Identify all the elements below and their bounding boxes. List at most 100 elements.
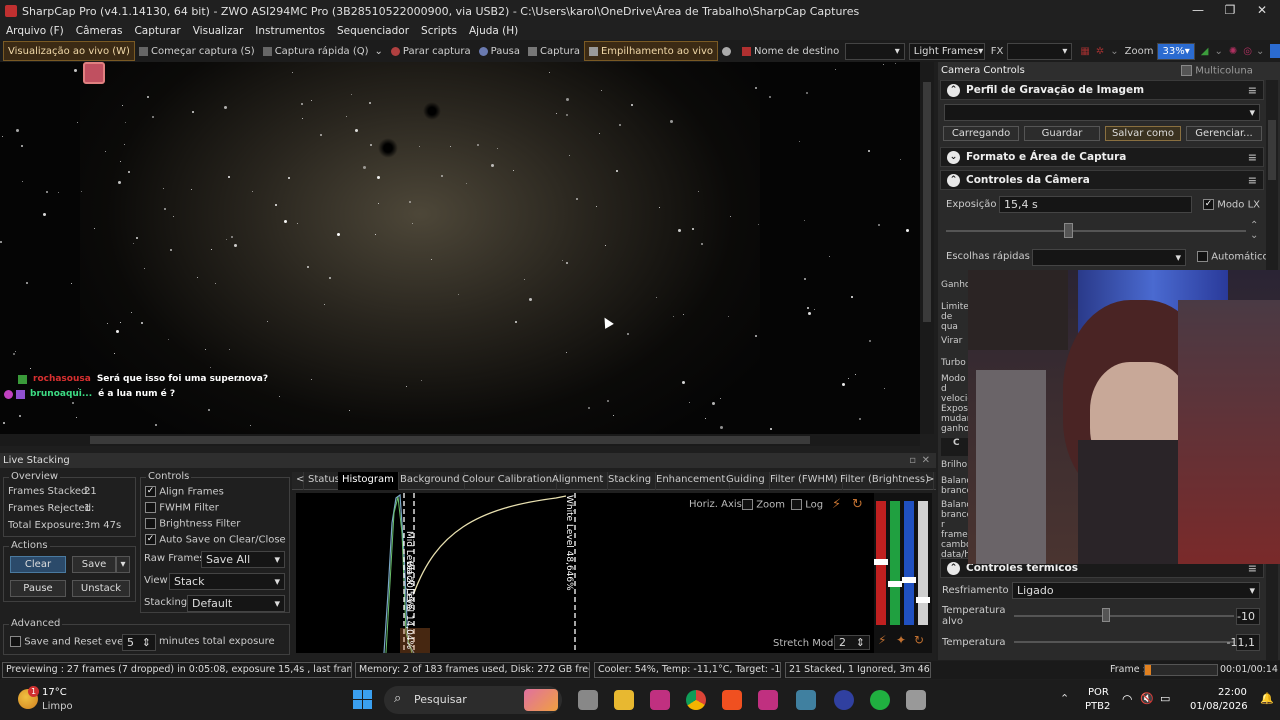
live-stack-button[interactable]: Empilhamento ao vivo <box>583 41 719 61</box>
exposure-input[interactable]: 15,4 s <box>999 196 1192 213</box>
chevron-down-icon[interactable]: ⌄ <box>947 150 960 164</box>
live-view-button[interactable]: Visualização ao vivo (W) <box>3 41 135 61</box>
load-profile-button[interactable]: Carregando <box>943 126 1019 141</box>
minutes-stepper[interactable]: 5 ⇕ <box>122 634 156 651</box>
tab-filter-brightness[interactable]: Filter (Brightness) <box>836 472 935 490</box>
green-slider[interactable] <box>890 501 900 625</box>
app-icon-5[interactable] <box>870 690 890 710</box>
stretch-mode-stepper[interactable]: 2 ⇕ <box>834 635 870 650</box>
tab-scroll-right-icon[interactable]: > <box>922 472 934 490</box>
auto-checkbox[interactable] <box>1197 251 1208 262</box>
zoom-checkbox[interactable] <box>742 499 753 510</box>
viewer-vertical-scrollbar[interactable] <box>920 62 934 434</box>
save-reset-option[interactable]: Save and Reset every <box>10 636 133 648</box>
exposure-slider-handle[interactable] <box>1064 223 1073 238</box>
grid-icon[interactable]: ▦ <box>1080 46 1089 57</box>
save-reset-checkbox[interactable] <box>10 636 21 647</box>
tab-guiding[interactable]: Guiding <box>722 472 770 490</box>
menu-tools[interactable]: Instrumentos <box>255 25 325 37</box>
menu-sequencer[interactable]: Sequenciador <box>337 25 409 37</box>
star-icon[interactable]: ✦ <box>896 633 906 647</box>
quick-capture-button[interactable]: Captura rápida (Q) ⌄ <box>259 41 387 61</box>
menu-icon[interactable]: ≡ <box>1248 174 1257 187</box>
auto-toggle[interactable]: Automático <box>1197 251 1269 263</box>
save-as-button[interactable]: Salvar como ... <box>1105 126 1181 152</box>
section-format[interactable]: ⌄ Formato e Área de Captura ≡ <box>940 147 1264 167</box>
zoom-dropdown[interactable]: 33% ▾ <box>1157 42 1195 60</box>
histogram-view[interactable]: Mid Level 20,59% Black Level 14,04% Whit… <box>296 493 932 653</box>
multicolumn-toggle[interactable]: Multicoluna <box>1181 65 1253 77</box>
battery-icon[interactable]: ▭ <box>1160 692 1170 705</box>
app-icon-2[interactable] <box>758 690 778 710</box>
menu-file[interactable]: Arquivo (F) <box>6 25 64 37</box>
start-capture-button[interactable]: Começar captura (S) <box>135 41 259 61</box>
unstack-button[interactable]: Unstack <box>72 580 130 597</box>
scrollbar-thumb[interactable] <box>1268 120 1276 180</box>
chevron-up-icon[interactable]: ⌃ <box>947 561 960 575</box>
lx-mode-checkbox[interactable]: ✓ <box>1203 199 1214 210</box>
chevron-down-icon[interactable]: ⌄ <box>375 46 383 57</box>
menu-scripts[interactable]: Scripts <box>421 25 457 37</box>
tab-filter-fwhm[interactable]: Filter (FWHM) <box>766 472 843 490</box>
manage-profiles-button[interactable]: Gerenciar... <box>1186 126 1262 141</box>
start-icon[interactable] <box>353 690 373 710</box>
log-checkbox[interactable] <box>791 499 802 510</box>
clear-button[interactable]: Clear <box>10 556 66 573</box>
red-slider-handle[interactable] <box>874 559 888 565</box>
raw-frames-dropdown[interactable]: Save All ▾ <box>201 551 285 568</box>
chevron-down-icon[interactable]: ⌄ <box>1214 46 1222 57</box>
blue-slider-handle[interactable] <box>902 577 916 583</box>
record-indicator[interactable] <box>718 41 738 61</box>
blue-slider[interactable] <box>904 501 914 625</box>
auto-save-option[interactable]: ✓ Auto Save on Clear/Close <box>145 534 286 546</box>
tab-enhancement[interactable]: Enhancement <box>652 472 731 490</box>
volume-muted-icon[interactable]: 🔇 <box>1140 692 1154 705</box>
save-options-button[interactable]: ▾ <box>116 556 130 573</box>
menu-capture[interactable]: Capturar <box>134 25 180 37</box>
brave-icon[interactable] <box>722 690 742 710</box>
fwhm-filter-option[interactable]: FWHM Filter <box>145 502 219 514</box>
menu-cameras[interactable]: Câmeras <box>76 25 123 37</box>
brightness-filter-option[interactable]: Brightness Filter <box>145 518 240 530</box>
auto-stretch-icon[interactable]: ⚡ <box>832 497 841 512</box>
clock-time[interactable]: 22:00 <box>1218 687 1247 698</box>
auto-save-checkbox[interactable]: ✓ <box>145 534 156 545</box>
image-viewer[interactable]: rochasousa Será que isso foi uma superno… <box>0 62 920 434</box>
scrollbar-thumb[interactable] <box>90 436 810 444</box>
settings-icon[interactable]: ✺ <box>1229 46 1237 57</box>
pin-icon[interactable] <box>1270 44 1280 58</box>
file-explorer-icon[interactable] <box>614 690 634 710</box>
section-clipped[interactable]: C <box>941 438 969 456</box>
target-reticle-icon[interactable]: ◎ <box>1243 46 1252 57</box>
fx-dropdown[interactable]: ▾ <box>1007 42 1073 60</box>
chevron-up-icon[interactable]: ⌃ <box>947 83 960 97</box>
multicolumn-checkbox[interactable] <box>1181 65 1192 76</box>
save-button[interactable]: Save <box>72 556 116 573</box>
app-icon-3[interactable] <box>796 690 816 710</box>
menu-icon[interactable]: ≡ <box>1248 151 1257 164</box>
close-icon[interactable]: ✕ <box>1244 0 1280 22</box>
tab-stacking[interactable]: Stacking <box>604 472 657 490</box>
language-label[interactable]: POR <box>1088 687 1109 698</box>
spinner-down-icon[interactable]: ⌄ <box>1250 230 1258 241</box>
task-view-icon[interactable] <box>578 690 598 710</box>
capture-button[interactable]: Captura <box>524 41 584 61</box>
histogram-icon[interactable]: ◢ <box>1201 46 1209 57</box>
auto-stretch-icon[interactable]: ⚡ <box>878 633 886 647</box>
stacking-dropdown[interactable]: Default ▾ <box>187 595 285 612</box>
exposure-slider-track[interactable] <box>946 230 1246 232</box>
menu-icon[interactable]: ≡ <box>1248 84 1257 97</box>
stop-capture-button[interactable]: Parar captura <box>387 41 475 61</box>
target-name-dropdown[interactable]: ▾ <box>845 42 905 60</box>
tab-colour-calibration[interactable]: Colour Calibration <box>458 472 558 490</box>
save-profile-button[interactable]: Guardar <box>1024 126 1100 141</box>
target-temp-slider-track[interactable] <box>1014 615 1234 617</box>
fwhm-filter-checkbox[interactable] <box>145 502 156 513</box>
keyboard-layout-label[interactable]: PTB2 <box>1085 701 1110 712</box>
app-icon-4[interactable] <box>834 690 854 710</box>
section-camera[interactable]: ⌃ Controles da Câmera ≡ <box>940 170 1264 190</box>
target-temp-input[interactable]: -10 <box>1236 608 1260 625</box>
maximize-icon[interactable]: ❐ <box>1212 0 1248 22</box>
align-frames-option[interactable]: ✓ Align Frames <box>145 486 224 498</box>
reset-icon[interactable]: ↻ <box>852 497 863 512</box>
